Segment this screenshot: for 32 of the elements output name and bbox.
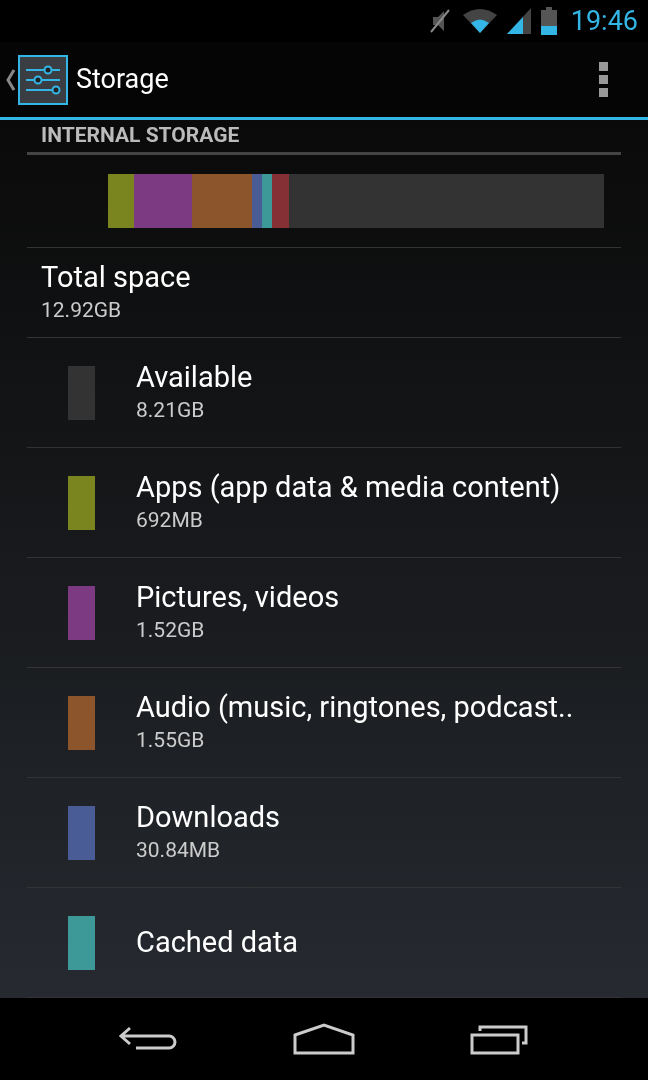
status-time: 19:46: [570, 3, 638, 39]
battery-icon: [540, 7, 557, 35]
storage-category-item[interactable]: Apps (app data & media content) 692MB: [27, 448, 621, 558]
storage-category-item[interactable]: Available 8.21GB: [27, 338, 621, 448]
storage-category-item[interactable]: Audio (music, ringtones, podcast.. 1.55GB: [27, 668, 621, 778]
recent-apps-button[interactable]: [470, 1023, 531, 1055]
total-space-value: 12.92GB: [41, 296, 123, 324]
mute-icon: [428, 8, 453, 34]
overflow-menu-button[interactable]: [599, 62, 608, 97]
section-header: INTERNAL STORAGE: [41, 122, 240, 149]
recent-apps-icon: [470, 1023, 531, 1055]
home-icon: [293, 1023, 355, 1055]
screen-title: Storage: [76, 62, 169, 98]
total-space-label: Total space: [41, 258, 192, 295]
category-title: Cached data: [136, 924, 299, 961]
settings-icon: [18, 54, 68, 105]
storage-category-item[interactable]: Downloads 30.84MB: [27, 778, 621, 888]
category-size: 1.52GB: [136, 616, 206, 644]
home-button[interactable]: [293, 1023, 355, 1055]
category-size: 30.84MB: [136, 836, 222, 864]
chevron-left-icon: [6, 67, 16, 92]
category-size: 692MB: [136, 506, 204, 534]
storage-category-item[interactable]: Pictures, videos 1.52GB: [27, 558, 621, 668]
category-title: Apps (app data & media content): [136, 468, 561, 505]
category-title: Audio (music, ringtones, podcast..: [136, 688, 574, 725]
category-title: Available: [136, 358, 253, 395]
category-size: 1.55GB: [136, 726, 206, 754]
signal-icon: [506, 8, 531, 34]
wifi-icon: [462, 9, 497, 33]
category-title: Pictures, videos: [136, 578, 340, 615]
category-title: Downloads: [136, 798, 281, 835]
category-size: 8.21GB: [136, 396, 206, 424]
